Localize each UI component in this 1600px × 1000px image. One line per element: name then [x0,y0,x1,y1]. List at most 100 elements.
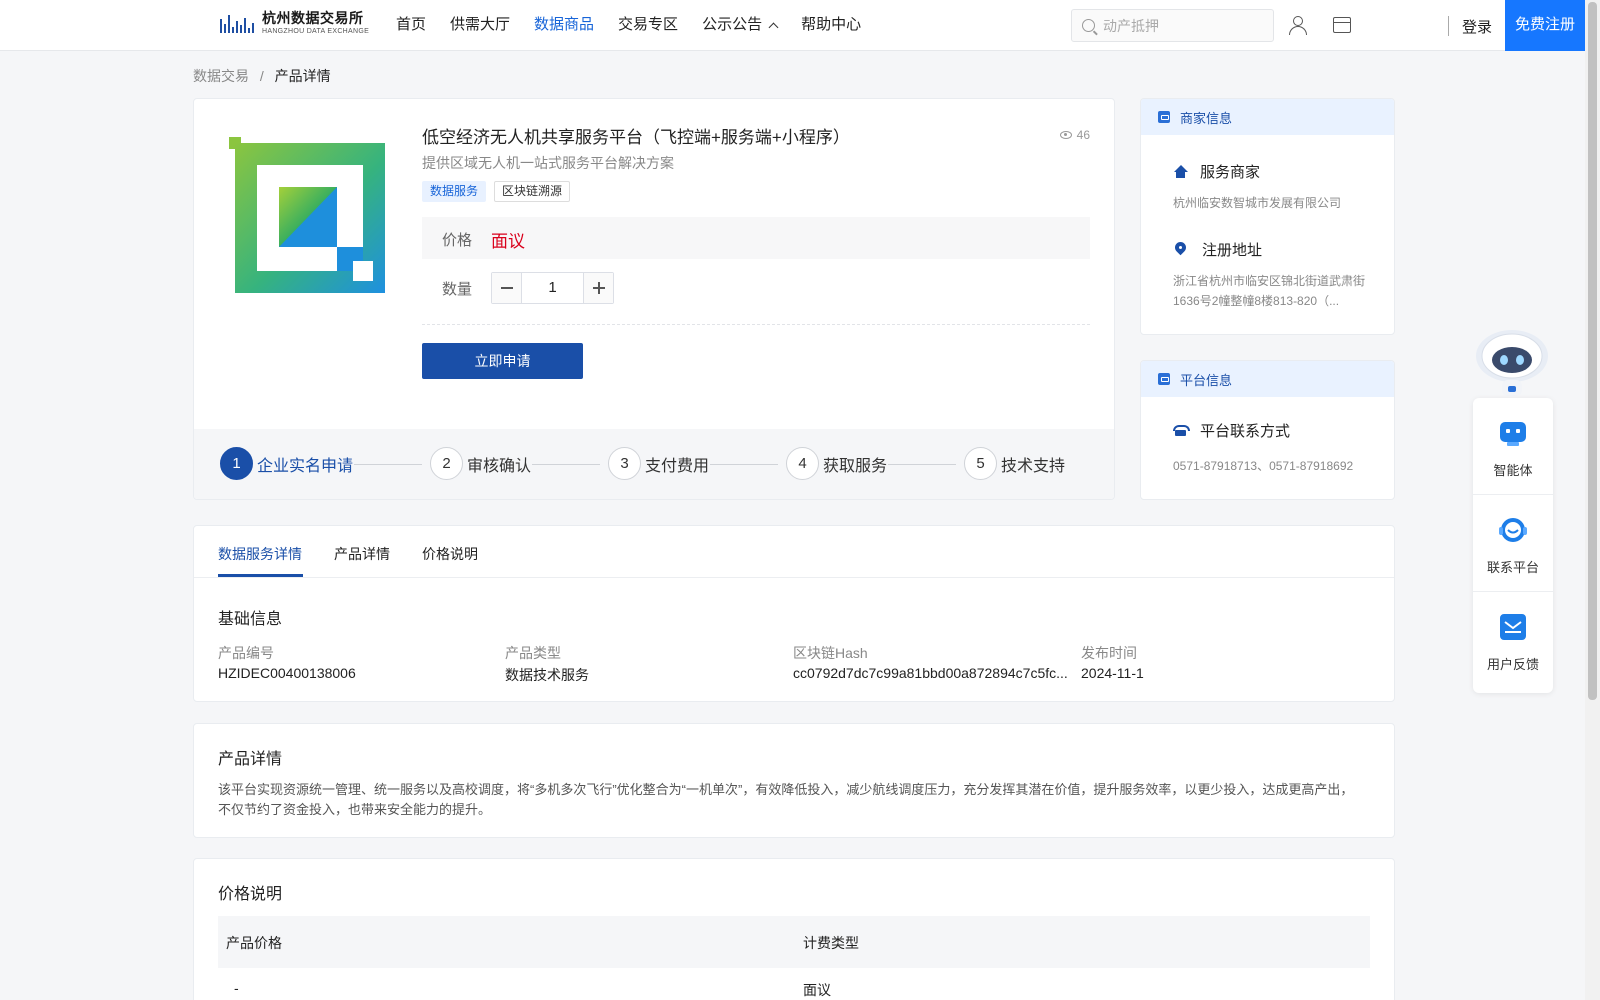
quantity-stepper [491,272,614,304]
column-header-billing-type: 计费类型 [803,935,859,951]
cell-price: - [234,980,239,996]
product-subtitle: 提供区域无人机一站式服务平台解决方案 [422,155,674,171]
step-label: 企业实名申请 [257,457,354,475]
agent-icon [1500,422,1526,446]
search-input[interactable] [1103,17,1263,34]
logo-name-en: HANGZHOU DATA EXCHANGE [262,28,370,35]
platform-contact-value: 0571-87918713、0571-87918692 [1173,459,1354,473]
step-connector [354,464,422,465]
tab-product-details[interactable]: 产品详情 [334,544,390,564]
headset-icon [1499,518,1527,542]
price-row: 价格 面议 [422,217,1090,259]
product-type-label: 产品类型 [505,645,561,661]
login-link[interactable]: 登录 [1462,16,1492,37]
publish-date-label: 发布时间 [1081,645,1137,661]
nav-help-center[interactable]: 帮助中心 [801,0,861,50]
breadcrumb: 数据交易 / 产品详情 [193,66,331,86]
home-icon [1173,164,1188,179]
product-title: 低空经济无人机共享服务平台（飞控端+服务端+小程序） [422,128,850,147]
quantity-increment-button[interactable] [583,273,613,303]
step-5: 5 技术支持 [964,447,1065,480]
registered-address-value: 浙江省杭州市临安区锦北街道武肃街1636号2幢整幢8楼813-820（... [1173,274,1366,308]
registered-address-label: 注册地址 [1202,242,1263,259]
tab-data-service-details[interactable]: 数据服务详情 [218,544,302,564]
table-row: - 面议 [218,968,1370,1000]
logo-name-cn: 杭州数据交易所 [262,10,364,26]
float-contact-label: 联系平台 [1486,560,1539,575]
logo-mark-icon [220,11,258,35]
nav-data-products[interactable]: 数据商品 [534,0,594,50]
site-logo[interactable]: 杭州数据交易所 HANGZHOU DATA EXCHANGE [220,11,369,35]
nav-announcements[interactable]: 公示公告 [702,0,779,50]
floating-help-panel: 智能体 联系平台 用户反馈 [1473,398,1553,693]
merchant-info-header: 商家信息 [1141,99,1394,135]
header-divider [1448,16,1449,36]
product-description-title: 产品详情 [218,751,283,768]
column-header-price: 产品价格 [226,935,282,951]
product-description-card: 产品详情 该平台实现资源统一管理、统一服务以及高校调度，将“多机多次飞行”优化整… [193,723,1395,838]
search-icon[interactable] [1082,19,1095,32]
price-label: 价格 [442,232,473,249]
service-merchant-title: 服务商家 [1173,161,1260,182]
step-label: 获取服务 [823,457,888,475]
scrollbar-thumb[interactable] [1588,2,1597,700]
float-contact-button[interactable]: 联系平台 [1473,495,1553,592]
service-merchant-value[interactable]: 杭州临安数智城市发展有限公司 [1173,193,1368,213]
product-id-value: HZIDEC00400138006 [218,665,356,681]
blockchain-hash-value: cc0792d7dc7c99a81bbd00a872894c7c5fc... [793,665,1068,681]
nav-trade-zone[interactable]: 交易专区 [618,0,678,50]
nav-announcements-label: 公示公告 [702,16,763,33]
shop-icon[interactable] [1333,17,1351,33]
detail-tabs: 数据服务详情 产品详情 价格说明 [194,526,1394,578]
product-id-label: 产品编号 [218,645,274,661]
product-description-text: 该平台实现资源统一管理、统一服务以及高校调度，将“多机多次飞行”优化整合为“一机… [218,782,1354,817]
nav-home[interactable]: 首页 [396,0,426,50]
merchant-info-card: 商家信息 服务商家 杭州临安数智城市发展有限公司 注册地址 浙江省杭州市临安区锦… [1140,98,1395,335]
platform-info-header: 平台信息 [1141,361,1394,397]
pricing-title: 价格说明 [218,886,283,903]
step-number: 1 [220,447,253,480]
main-nav: 首页 供需大厅 数据商品 交易专区 公示公告 帮助中心 [396,0,885,50]
tab-pricing[interactable]: 价格说明 [422,544,478,564]
breadcrumb-current: 产品详情 [274,68,331,84]
view-count: 46 [1059,128,1090,142]
float-feedback-label: 用户反馈 [1486,657,1539,672]
phone-icon [1173,424,1190,437]
pricing-card: 价格说明 产品价格 计费类型 - 面议 [193,858,1395,1000]
chevron-up-icon [768,22,779,32]
page-scrollbar[interactable] [1585,0,1600,1000]
step-connector [710,464,778,465]
platform-info-card: 平台信息 平台联系方式 0571-87918713、0571-87918692 [1140,360,1395,500]
step-label: 支付费用 [645,457,710,475]
float-feedback-button[interactable]: 用户反馈 [1473,592,1553,689]
float-agent-button[interactable]: 智能体 [1473,398,1553,495]
step-number: 3 [608,447,641,480]
platform-contact-title: 平台联系方式 [1173,420,1290,441]
quantity-decrement-button[interactable] [492,273,522,303]
step-2: 2 审核确认 [430,447,531,480]
user-icon[interactable] [1288,16,1307,35]
price-value: 面议 [491,232,525,251]
blockchain-hash-label: 区块链Hash [793,645,868,661]
platform-contact-label: 平台联系方式 [1200,423,1291,440]
breadcrumb-separator: / [259,68,264,84]
store-icon [1158,111,1170,123]
robot-assistant-icon[interactable] [1472,326,1552,400]
product-summary-card: 低空经济无人机共享服务平台（飞控端+服务端+小程序） 46 提供区域无人机一站式… [193,98,1115,500]
process-steps: 1 企业实名申请 2 审核确认 3 支付费用 4 获取服务 5 技术支持 [194,429,1114,499]
eye-icon [1059,131,1072,139]
search-box[interactable] [1071,9,1274,42]
divider [422,324,1090,325]
step-connector [532,464,600,465]
breadcrumb-root[interactable]: 数据交易 [193,68,249,84]
apply-now-button[interactable]: 立即申请 [422,343,583,379]
tag-data-service: 数据服务 [422,181,487,202]
top-navbar: 杭州数据交易所 HANGZHOU DATA EXCHANGE 首页 供需大厅 数… [0,0,1585,51]
step-1: 1 企业实名申请 [220,447,353,480]
cell-billing-type: 面议 [803,982,831,998]
nav-supply-demand[interactable]: 供需大厅 [450,0,510,50]
product-tags: 数据服务 区块链溯源 [422,181,578,202]
register-button[interactable]: 免费注册 [1505,0,1585,51]
quantity-input[interactable] [522,273,583,303]
product-type-value: 数据技术服务 [505,667,589,683]
